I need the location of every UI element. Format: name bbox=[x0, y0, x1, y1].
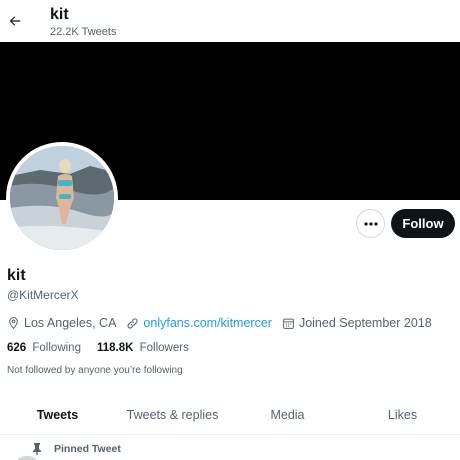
more-options-button[interactable] bbox=[356, 209, 385, 238]
tab-likes[interactable]: Likes bbox=[345, 395, 460, 434]
tab-tweets[interactable]: Tweets bbox=[0, 395, 115, 434]
link-icon bbox=[127, 317, 138, 329]
following-stat[interactable]: 626 Following bbox=[7, 342, 81, 354]
pin-icon bbox=[33, 443, 41, 455]
followed-by-note: Not followed by anyone you’re following bbox=[7, 365, 183, 376]
tab-media[interactable]: Media bbox=[230, 395, 345, 434]
profile-avatar[interactable] bbox=[6, 142, 118, 254]
more-horizontal-icon bbox=[363, 221, 378, 226]
pinned-tweet-avatar[interactable] bbox=[18, 456, 36, 460]
arrow-left-icon bbox=[9, 16, 21, 26]
website-item[interactable]: onlyfans.com/kitmercer bbox=[126, 316, 272, 330]
followers-count: 118.8K bbox=[96, 342, 134, 354]
followers-label: Followers bbox=[139, 342, 189, 354]
pinned-tweet-label: Pinned Tweet bbox=[32, 441, 121, 457]
website-link[interactable]: onlyfans.com/kitmercer bbox=[143, 316, 272, 330]
location-text: Los Angeles, CA bbox=[24, 316, 117, 330]
profile-meta-row: Los Angeles, CA onlyfans.com/kitmercer J… bbox=[7, 314, 442, 332]
header-tweet-count: 22.2K Tweets bbox=[50, 26, 117, 38]
back-button[interactable] bbox=[4, 8, 26, 34]
calendar-icon bbox=[283, 318, 294, 329]
top-bar: kit 22.2K Tweets bbox=[0, 0, 460, 42]
profile-stats-row: 626 Following 118.8K Followers bbox=[7, 340, 205, 356]
following-count: 626 bbox=[7, 342, 27, 354]
profile-handle: @KitMercerX bbox=[7, 288, 79, 302]
followers-stat[interactable]: 118.8K Followers bbox=[97, 342, 189, 354]
joined-text: Joined September 2018 bbox=[298, 316, 432, 330]
joined-item: Joined September 2018 bbox=[282, 316, 432, 330]
profile-display-name: kit bbox=[7, 267, 26, 284]
pinned-tweet-text: Pinned Tweet bbox=[54, 443, 121, 455]
tab-tweets-and-replies[interactable]: Tweets & replies bbox=[115, 395, 230, 434]
location-pin-icon bbox=[9, 317, 18, 330]
header-title: kit bbox=[50, 6, 69, 23]
follow-button[interactable]: Follow bbox=[391, 209, 455, 238]
location-item: Los Angeles, CA bbox=[7, 316, 116, 330]
profile-tabs: Tweets Tweets & replies Media Likes bbox=[0, 395, 460, 435]
following-label: Following bbox=[32, 342, 81, 354]
